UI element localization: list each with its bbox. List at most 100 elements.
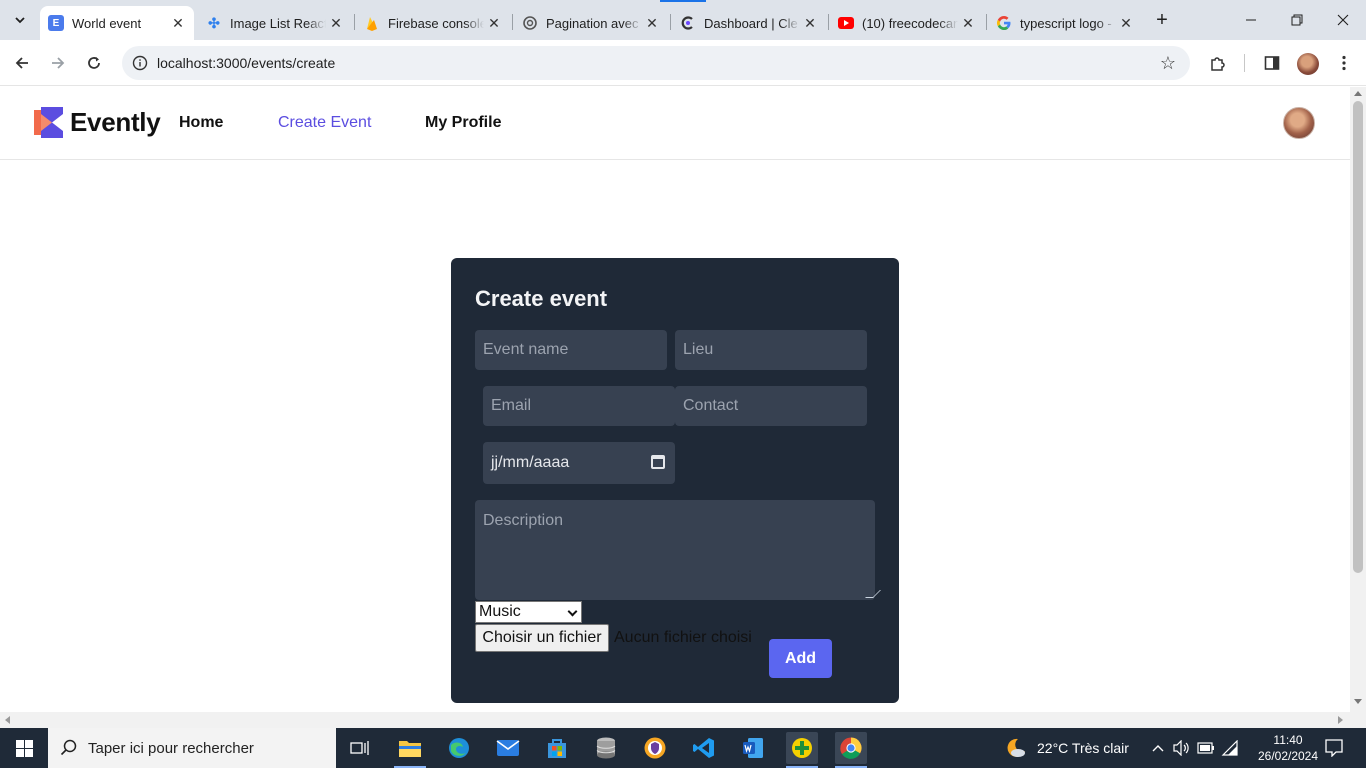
close-tab-icon[interactable]: ✕: [484, 13, 504, 33]
lieu-input[interactable]: [675, 330, 867, 370]
close-tab-icon[interactable]: ✕: [958, 13, 978, 33]
taskbar-clock[interactable]: 11:40 26/02/2024: [1256, 732, 1320, 764]
nav-create-event-link[interactable]: Create Event: [278, 114, 371, 132]
file-status-text: Aucun fichier choisi: [614, 629, 752, 646]
category-selected-value: Music: [479, 603, 521, 620]
scroll-down-icon[interactable]: [1354, 699, 1362, 704]
tab-separator: [512, 14, 513, 30]
taskbar-search-placeholder: Taper ici pour rechercher: [88, 739, 254, 757]
clerk-favicon-icon: [680, 15, 696, 31]
tab-separator: [986, 14, 987, 30]
edge-browser-icon[interactable]: [443, 732, 475, 764]
youtube-favicon-icon: [838, 15, 854, 31]
vscode-icon[interactable]: [688, 732, 720, 764]
tab-search-chevron-icon[interactable]: [8, 8, 32, 32]
task-view-icon[interactable]: [344, 732, 376, 764]
url-text: localhost:3000/events/create: [157, 55, 336, 71]
side-panel-icon[interactable]: [1258, 49, 1286, 77]
browser-tab-image-list[interactable]: ✣ Image List React ✕: [198, 6, 352, 40]
tab-title: Dashboard | Cle: [704, 15, 798, 31]
close-tab-icon[interactable]: ✕: [1116, 13, 1136, 33]
close-tab-icon[interactable]: ✕: [326, 13, 346, 33]
resize-grip-icon[interactable]: [865, 590, 881, 598]
tab-title: World event: [72, 15, 142, 31]
notifications-icon[interactable]: [1318, 732, 1350, 764]
date-input[interactable]: jj/mm/aaaa: [483, 442, 675, 484]
choose-file-button[interactable]: Choisir un fichier: [475, 624, 609, 652]
minimize-window-icon[interactable]: [1228, 0, 1274, 40]
database-app-icon[interactable]: [590, 732, 622, 764]
reload-icon[interactable]: [80, 49, 108, 77]
description-textarea[interactable]: Description: [475, 500, 881, 600]
mail-icon[interactable]: [492, 732, 524, 764]
browser-menu-icon[interactable]: [1330, 49, 1358, 77]
browser-tab-world-event[interactable]: E World event ✕: [40, 6, 194, 40]
app-header: Evently Home Create Event My Profile: [0, 87, 1350, 160]
category-select[interactable]: Music: [475, 601, 582, 623]
mui-favicon-icon: ✣: [208, 14, 220, 31]
forward-arrow-icon[interactable]: [44, 49, 72, 77]
chevron-down-icon: [567, 606, 578, 617]
extensions-puzzle-icon[interactable]: [1204, 49, 1232, 77]
nav-home-link[interactable]: Home: [179, 114, 223, 132]
windows-taskbar: Taper ici pour rechercher 22°C Très clai…: [0, 728, 1366, 768]
wifi-icon[interactable]: [1216, 732, 1244, 764]
site-info-icon[interactable]: [130, 53, 150, 73]
new-tab-button[interactable]: +: [1150, 8, 1174, 32]
description-placeholder: Description: [483, 512, 564, 529]
taskbar-search-box[interactable]: Taper ici pour rechercher: [48, 728, 336, 768]
tab-title: (10) freecodecan: [862, 15, 958, 31]
evently-logo-icon: [34, 107, 63, 138]
calendar-icon[interactable]: [651, 455, 665, 469]
word-icon[interactable]: [737, 732, 769, 764]
file-explorer-icon[interactable]: [394, 732, 426, 764]
scroll-left-icon[interactable]: [5, 716, 10, 724]
vpn-shield-icon[interactable]: [639, 732, 671, 764]
horizontal-scrollbar[interactable]: [0, 712, 1350, 728]
clock-time: 11:40: [1273, 733, 1303, 747]
bookmark-star-icon[interactable]: ☆: [1156, 51, 1180, 75]
tab-title: typescript logo -: [1020, 15, 1112, 31]
evently-favicon-icon: E: [48, 15, 64, 31]
scrollbar-corner: [1350, 712, 1366, 728]
back-arrow-icon[interactable]: [8, 49, 36, 77]
google-favicon-icon: [996, 15, 1012, 31]
weather-moon-icon[interactable]: [1000, 732, 1032, 764]
tab-separator: [670, 14, 671, 30]
close-tab-icon[interactable]: ✕: [168, 13, 188, 33]
address-bar[interactable]: localhost:3000/events/create ☆: [122, 46, 1190, 80]
restore-window-icon[interactable]: [1274, 0, 1320, 40]
chatgpt-favicon-icon: [522, 15, 538, 31]
windows-start-icon[interactable]: [0, 728, 48, 768]
scroll-up-icon[interactable]: [1354, 91, 1362, 96]
page-viewport: Evently Home Create Event My Profile Cre…: [0, 87, 1350, 712]
vertical-scroll-thumb[interactable]: [1353, 101, 1363, 573]
microsoft-store-icon[interactable]: [541, 732, 573, 764]
tab-loading-indicator: [660, 0, 706, 2]
date-input-value: jj/mm/aaaa: [491, 454, 570, 471]
event-name-input[interactable]: [475, 330, 667, 370]
scroll-right-icon[interactable]: [1338, 716, 1343, 724]
nav-my-profile-link[interactable]: My Profile: [425, 114, 501, 132]
browser-tab-typescript-logo[interactable]: typescript logo - ✕: [988, 6, 1142, 40]
browser-tab-strip: E World event ✕ ✣ Image List React ✕ Fir…: [0, 0, 1366, 40]
vertical-scrollbar[interactable]: [1350, 87, 1366, 712]
email-input[interactable]: [483, 386, 675, 426]
search-icon: [60, 739, 77, 756]
close-tab-icon[interactable]: ✕: [800, 13, 820, 33]
browser-profile-avatar[interactable]: [1297, 53, 1319, 75]
browser-tab-firebase[interactable]: Firebase console ✕: [356, 6, 510, 40]
browser-tab-youtube[interactable]: (10) freecodecan ✕: [830, 6, 984, 40]
browser-tab-dashboard-clerk[interactable]: Dashboard | Cle ✕: [672, 6, 826, 40]
close-window-icon[interactable]: [1320, 0, 1366, 40]
evently-logo[interactable]: Evently: [34, 107, 161, 138]
add-event-button[interactable]: Add: [769, 639, 832, 678]
user-avatar[interactable]: [1283, 107, 1315, 139]
chrome-icon[interactable]: [835, 732, 867, 764]
contact-input[interactable]: [675, 386, 867, 426]
green-plus-app-icon[interactable]: [786, 732, 818, 764]
firebase-favicon-icon: [364, 15, 380, 31]
browser-tab-pagination[interactable]: Pagination avec ✕: [514, 6, 668, 40]
weather-text[interactable]: 22°C Très clair: [1037, 740, 1129, 756]
close-tab-icon[interactable]: ✕: [642, 13, 662, 33]
